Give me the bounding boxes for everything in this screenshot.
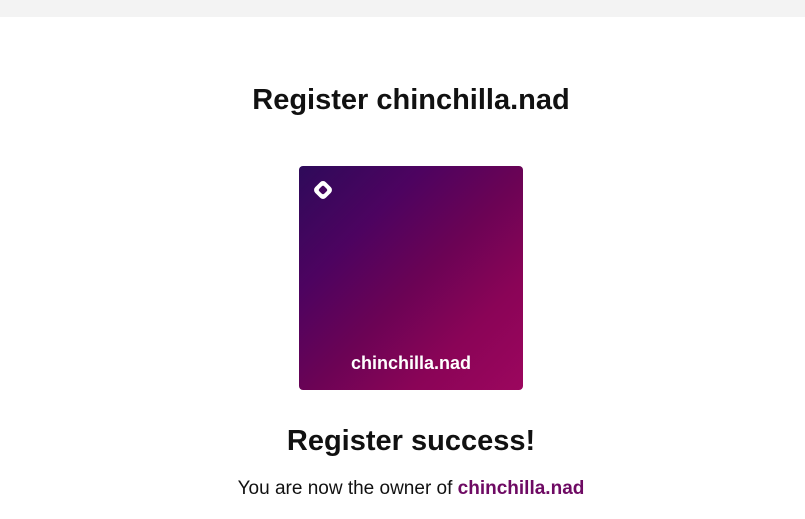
card-domain-name: chinchilla.nad bbox=[350, 353, 472, 373]
success-heading: Register success! bbox=[286, 425, 536, 457]
page-title: Register chinchilla.nad bbox=[252, 84, 570, 116]
browser-top-bar bbox=[0, 0, 805, 17]
owner-text: You are now the owner of bbox=[237, 478, 453, 499]
owned-domain-link[interactable]: chinchilla.nad bbox=[458, 478, 585, 499]
owner-message: You are now the owner of chinchilla.nad bbox=[0, 476, 805, 502]
nad-logo-icon bbox=[311, 178, 335, 202]
domain-name-card: chinchilla.nad bbox=[299, 166, 523, 390]
